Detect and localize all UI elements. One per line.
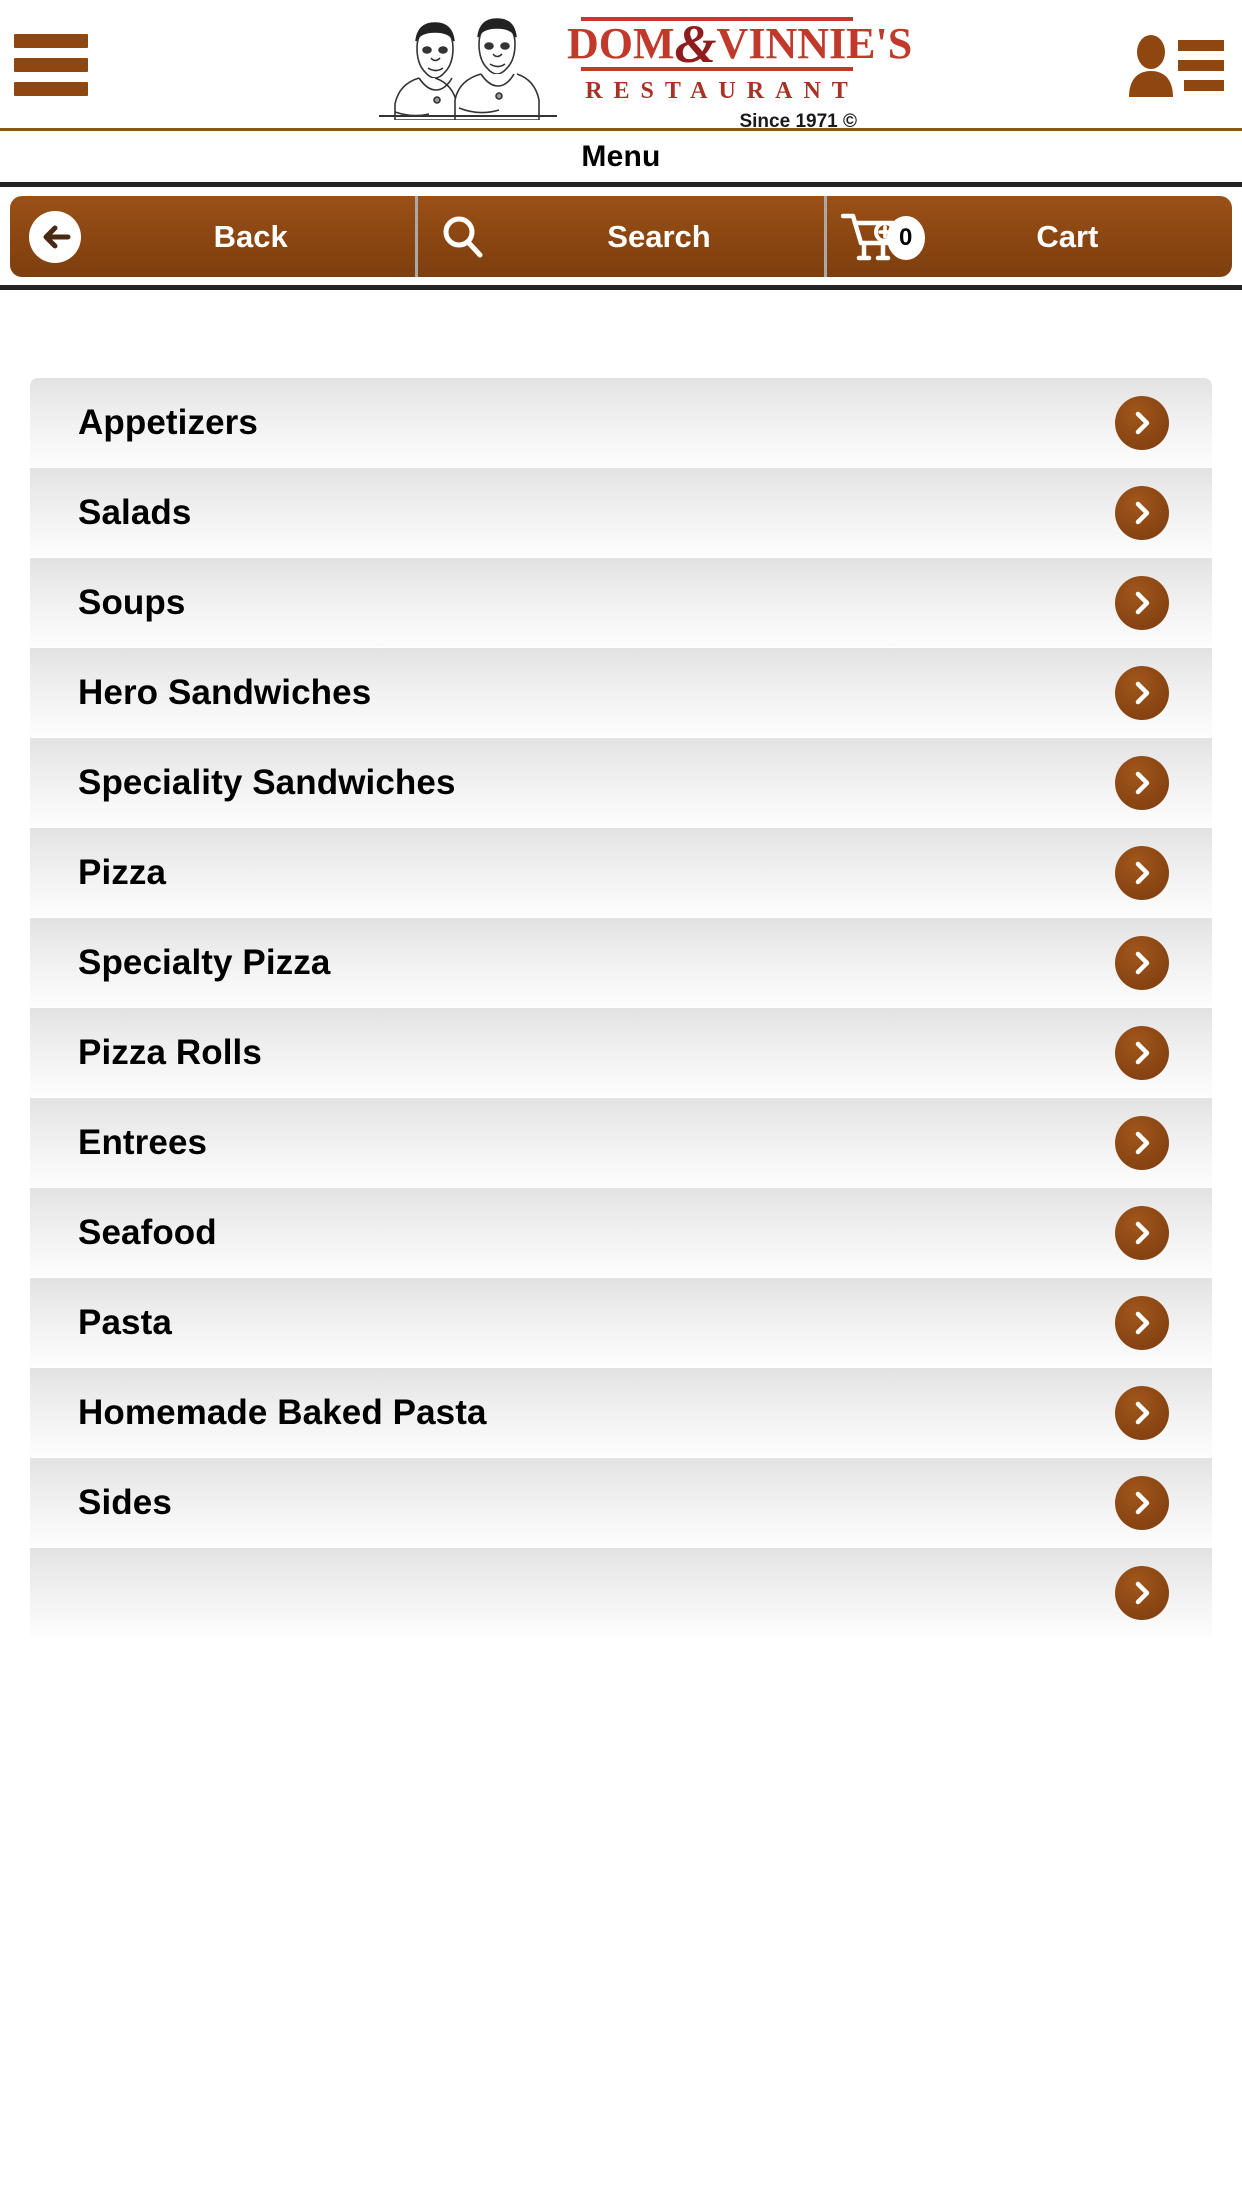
chevron-right-circle-icon[interactable]	[1115, 395, 1169, 450]
cart-count-badge: 0	[886, 215, 925, 260]
logo-name-vinnies: VINNIE'S	[716, 19, 913, 68]
menu-category-label: Soups	[78, 582, 186, 622]
menu-category-row[interactable]: Hero Sandwiches	[30, 648, 1212, 738]
chevron-right-circle-icon[interactable]	[1115, 485, 1169, 540]
menu-category-label: Pasta	[78, 1302, 172, 1342]
action-toolbar: Back Search 0 Cart	[10, 196, 1232, 277]
menu-category-label: Speciality Sandwiches	[78, 762, 456, 802]
menu-category-row[interactable]: Specialty Pizza	[30, 918, 1212, 1008]
logo-subtitle: RESTAURANT	[585, 78, 859, 104]
hamburger-bar-2	[14, 58, 88, 72]
chevron-right-circle-icon[interactable]	[1115, 1205, 1169, 1260]
cart-button[interactable]: 0 Cart	[823, 196, 1232, 277]
menu-category-list: Appetizers Salads Soups Hero Sandwiches Spec…	[30, 378, 1212, 1638]
menu-category-row[interactable]: Pasta	[30, 1278, 1212, 1368]
chevron-right-circle-icon[interactable]	[1115, 1475, 1169, 1530]
site-header: DOM&VINNIE'S RESTAURANT Since 1971 ©	[0, 0, 1242, 132]
chevron-right-circle-icon[interactable]	[1115, 845, 1169, 900]
chevron-right-circle-icon[interactable]	[1115, 575, 1169, 630]
menu-category-row[interactable]: Speciality Sandwiches	[30, 738, 1212, 828]
menu-category-label: Specialty Pizza	[78, 942, 331, 982]
search-label: Search	[607, 218, 711, 254]
menu-category-label: Appetizers	[78, 402, 258, 442]
chevron-right-circle-icon[interactable]	[1115, 1115, 1169, 1170]
menu-category-row[interactable]: Appetizers	[30, 378, 1212, 468]
menu-category-row[interactable]: Homemade Baked Pasta	[30, 1368, 1212, 1458]
chevron-right-circle-icon[interactable]	[1115, 665, 1169, 720]
back-button[interactable]: Back	[10, 196, 415, 277]
logo-ampersand: &	[674, 14, 717, 74]
app-screen: DOM&VINNIE'S RESTAURANT Since 1971 © Men…	[0, 0, 1242, 2208]
menu-category-row[interactable]	[30, 1548, 1212, 1638]
menu-category-label: Salads	[78, 492, 192, 532]
back-label: Back	[213, 218, 288, 254]
page-title-bar: Menu	[0, 131, 1242, 187]
menu-category-label: Hero Sandwiches	[78, 672, 372, 712]
logo-name-dom: DOM	[567, 19, 675, 68]
arrow-left-circle-icon	[10, 210, 100, 263]
restaurant-logo[interactable]: DOM&VINNIE'S RESTAURANT Since 1971 ©	[375, 0, 912, 132]
logo-name: DOM&VINNIE'S	[567, 17, 912, 71]
menu-category-row[interactable]: Soups	[30, 558, 1212, 648]
menu-category-row[interactable]: Pizza Rolls	[30, 1008, 1212, 1098]
list-lines-icon	[1178, 40, 1224, 91]
menu-category-row[interactable]: Seafood	[30, 1188, 1212, 1278]
menu-category-label: Pizza Rolls	[78, 1032, 262, 1072]
shopping-cart-add-icon: 0	[827, 210, 925, 264]
chevron-right-circle-icon[interactable]	[1115, 1385, 1169, 1440]
hamburger-bar-1	[14, 34, 88, 48]
chevron-right-circle-icon[interactable]	[1115, 935, 1169, 990]
page-title: Menu	[581, 139, 661, 173]
menu-category-label: Homemade Baked Pasta	[78, 1392, 487, 1432]
cart-label: Cart	[1036, 218, 1099, 254]
search-button[interactable]: Search	[415, 196, 823, 277]
chevron-right-circle-icon[interactable]	[1115, 1295, 1169, 1350]
account-menu-icon[interactable]	[1128, 32, 1224, 98]
menu-category-label: Pizza	[78, 852, 167, 892]
menu-list-scroll[interactable]: Appetizers Salads Soups Hero Sandwiches Spec…	[0, 290, 1242, 1638]
hamburger-bar-3	[14, 82, 88, 96]
menu-category-label: Sides	[78, 1482, 172, 1522]
logo-since: Since 1971 ©	[739, 111, 857, 132]
search-icon	[418, 213, 508, 261]
menu-category-row[interactable]: Salads	[30, 468, 1212, 558]
chevron-right-circle-icon[interactable]	[1115, 1025, 1169, 1080]
person-icon	[1129, 35, 1173, 97]
chevron-right-circle-icon[interactable]	[1115, 1565, 1169, 1620]
menu-category-row[interactable]: Pizza	[30, 828, 1212, 918]
menu-category-label: Entrees	[78, 1122, 208, 1162]
hamburger-icon[interactable]	[14, 34, 88, 96]
chevron-right-circle-icon[interactable]	[1115, 755, 1169, 810]
logo-wordmark: DOM&VINNIE'S RESTAURANT Since 1971 ©	[567, 8, 912, 132]
toolbar-area: Back Search 0 Cart	[0, 187, 1242, 290]
menu-category-row[interactable]: Entrees	[30, 1098, 1212, 1188]
two-men-illustration-icon	[375, 8, 561, 120]
menu-category-label: Seafood	[78, 1212, 217, 1252]
menu-category-row[interactable]: Sides	[30, 1458, 1212, 1548]
